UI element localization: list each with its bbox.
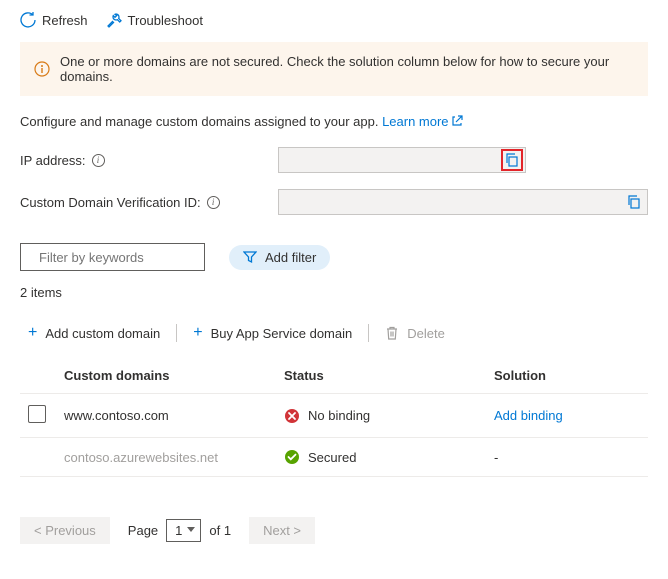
success-icon — [284, 449, 300, 465]
table-action-bar: + Add custom domain + Buy App Service do… — [20, 320, 648, 346]
troubleshoot-label: Troubleshoot — [128, 13, 203, 28]
page-select[interactable]: 1 — [166, 519, 201, 542]
add-filter-label: Add filter — [265, 250, 316, 265]
ip-address-label: IP address: i — [20, 153, 270, 168]
verification-id-label-text: Custom Domain Verification ID: — [20, 195, 201, 210]
col-status[interactable]: Status — [276, 358, 486, 394]
col-domain[interactable]: Custom domains — [56, 358, 276, 394]
ip-address-label-text: IP address: — [20, 153, 86, 168]
description: Configure and manage custom domains assi… — [20, 114, 648, 129]
add-binding-link[interactable]: Add binding — [494, 408, 563, 423]
ip-address-row: IP address: i — [20, 147, 648, 173]
refresh-icon — [20, 12, 36, 28]
divider — [368, 324, 369, 342]
troubleshoot-button[interactable]: Troubleshoot — [106, 12, 203, 28]
error-icon — [284, 408, 300, 424]
plus-icon: + — [28, 324, 37, 342]
pagination: < Previous Page 1 of 1 Next > — [20, 517, 648, 544]
buy-domain-button[interactable]: + Buy App Service domain — [185, 320, 360, 346]
domain-cell: www.contoso.com — [56, 394, 276, 438]
table-header-row: Custom domains Status Solution — [20, 358, 648, 394]
delete-button: Delete — [377, 322, 453, 345]
trash-icon — [385, 326, 399, 340]
search-field[interactable] — [37, 249, 217, 266]
info-icon[interactable]: i — [92, 154, 105, 167]
divider — [176, 324, 177, 342]
filter-icon — [243, 250, 257, 264]
page-of-text: of 1 — [209, 523, 231, 538]
page-indicator: Page 1 of 1 — [128, 519, 231, 542]
add-custom-domain-label: Add custom domain — [45, 326, 160, 341]
learn-more-link[interactable]: Learn more — [382, 114, 462, 129]
table-row[interactable]: www.contoso.com No binding Add binding — [20, 394, 648, 438]
domains-table: Custom domains Status Solution www.conto… — [20, 358, 648, 477]
description-text: Configure and manage custom domains assi… — [20, 114, 382, 129]
copy-ip-button[interactable] — [503, 151, 521, 169]
plus-icon: + — [193, 324, 202, 342]
ip-address-field — [278, 147, 526, 173]
info-icon — [34, 61, 50, 77]
prev-page-button: < Previous — [20, 517, 110, 544]
alert-text: One or more domains are not secured. Che… — [60, 54, 634, 84]
troubleshoot-icon — [106, 12, 122, 28]
status-text: Secured — [308, 450, 356, 465]
refresh-button[interactable]: Refresh — [20, 12, 88, 28]
refresh-label: Refresh — [42, 13, 88, 28]
checkbox-header — [20, 358, 56, 394]
next-page-button: Next > — [249, 517, 315, 544]
status-cell: Secured — [276, 438, 486, 477]
copy-icon — [627, 195, 641, 209]
search-input[interactable] — [20, 243, 205, 271]
verification-id-row: Custom Domain Verification ID: i — [20, 189, 648, 215]
domain-cell: contoso.azurewebsites.net — [56, 438, 276, 477]
external-link-icon — [451, 115, 463, 127]
add-custom-domain-button[interactable]: + Add custom domain — [20, 320, 168, 346]
row-checkbox[interactable] — [28, 405, 46, 423]
buy-domain-label: Buy App Service domain — [211, 326, 353, 341]
item-count: 2 items — [20, 285, 648, 300]
solution-cell: - — [486, 438, 648, 477]
col-solution[interactable]: Solution — [486, 358, 648, 394]
page-label: Page — [128, 523, 158, 538]
add-filter-button[interactable]: Add filter — [229, 245, 330, 270]
verification-id-field — [278, 189, 648, 215]
learn-more-label: Learn more — [382, 114, 448, 129]
verification-id-label: Custom Domain Verification ID: i — [20, 195, 270, 210]
filter-row: Add filter — [20, 243, 648, 271]
table-row: contoso.azurewebsites.net Secured - — [20, 438, 648, 477]
copy-icon — [505, 153, 519, 167]
copy-verification-button[interactable] — [625, 193, 643, 211]
info-icon[interactable]: i — [207, 196, 220, 209]
delete-label: Delete — [407, 326, 445, 341]
status-cell: No binding — [276, 394, 486, 438]
command-bar: Refresh Troubleshoot — [20, 12, 648, 28]
alert-banner: One or more domains are not secured. Che… — [20, 42, 648, 96]
status-text: No binding — [308, 408, 370, 423]
